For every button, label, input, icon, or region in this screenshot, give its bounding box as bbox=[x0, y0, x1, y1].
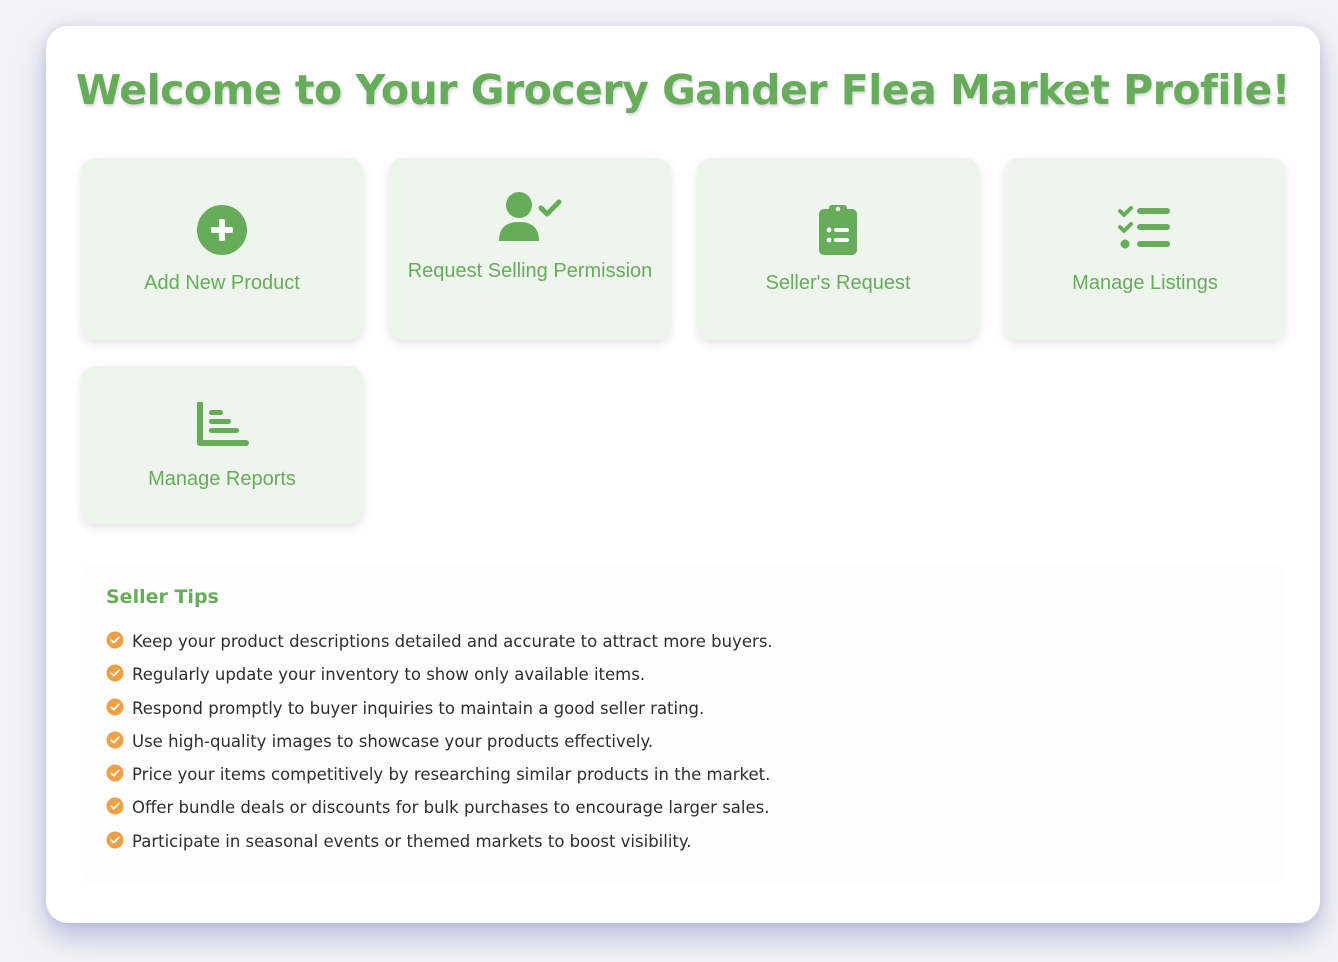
sellers-request-tile[interactable]: Seller's Request bbox=[697, 158, 979, 340]
tip-text: Keep your product descriptions detailed … bbox=[132, 632, 773, 651]
tile-label: Seller's Request bbox=[765, 272, 911, 294]
tip-item: Use high-quality images to showcase your… bbox=[106, 731, 773, 764]
tile-label: Manage Reports bbox=[148, 468, 296, 490]
profile-card: Welcome to Your Grocery Gander Flea Mark… bbox=[46, 26, 1320, 923]
check-circle-icon bbox=[106, 631, 124, 649]
tip-item: Offer bundle deals or discounts for bulk… bbox=[106, 797, 773, 830]
tip-text: Participate in seasonal events or themed… bbox=[132, 831, 692, 851]
request-selling-permission-tile[interactable]: Request Selling Permission bbox=[389, 158, 671, 340]
tip-item: Keep your product descriptions detailed … bbox=[106, 631, 773, 664]
tile-label: Request Selling Permission bbox=[407, 260, 653, 282]
tip-text: Offer bundle deals or discounts for bulk… bbox=[132, 798, 770, 818]
tip-text: Regularly update your inventory to show … bbox=[132, 665, 646, 685]
seller-tips-list: Keep your product descriptions detailed … bbox=[106, 631, 773, 864]
plus-circle-icon bbox=[197, 205, 247, 255]
check-circle-icon bbox=[106, 797, 124, 815]
tile-label: Manage Listings bbox=[1072, 272, 1218, 294]
manage-reports-tile[interactable]: Manage Reports bbox=[81, 366, 363, 524]
tile-label: Add New Product bbox=[144, 272, 300, 294]
check-circle-icon bbox=[106, 664, 124, 682]
tip-item: Regularly update your inventory to show … bbox=[106, 664, 773, 697]
tip-item: Price your items competitively by resear… bbox=[106, 764, 773, 797]
tip-text: Price your items competitively by resear… bbox=[132, 765, 771, 785]
check-circle-icon bbox=[106, 831, 124, 849]
list-check-icon bbox=[1118, 206, 1170, 249]
check-circle-icon bbox=[106, 764, 124, 782]
tip-item: Participate in seasonal events or themed… bbox=[106, 831, 773, 864]
manage-listings-tile[interactable]: Manage Listings bbox=[1004, 158, 1286, 340]
add-new-product-tile[interactable]: Add New Product bbox=[81, 158, 363, 340]
user-check-icon bbox=[499, 192, 562, 241]
clipboard-list-icon bbox=[819, 205, 857, 255]
tip-item: Respond promptly to buyer inquiries to m… bbox=[106, 698, 773, 731]
tip-text: Use high-quality images to showcase your… bbox=[132, 731, 654, 751]
check-circle-icon bbox=[106, 698, 124, 716]
chart-bar-icon bbox=[197, 402, 249, 446]
check-circle-icon bbox=[106, 731, 124, 749]
seller-tips-panel: Seller Tips Keep your product descriptio… bbox=[82, 563, 1284, 886]
seller-tips-title: Seller Tips bbox=[106, 586, 219, 608]
tip-text: Respond promptly to buyer inquiries to m… bbox=[132, 698, 705, 718]
page-title: Welcome to Your Grocery Gander Flea Mark… bbox=[76, 66, 1290, 114]
